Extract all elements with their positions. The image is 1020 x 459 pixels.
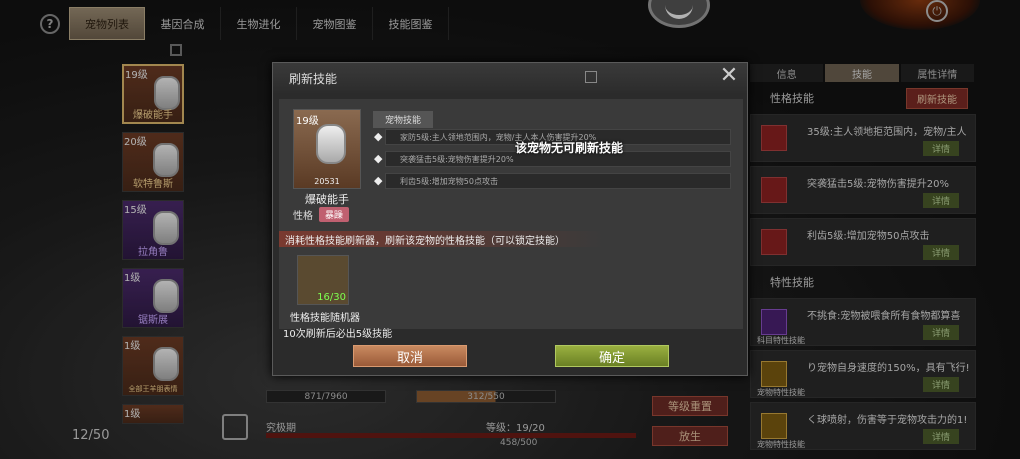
pet-id: 20531: [314, 177, 340, 186]
lock-icon[interactable]: ◆: [374, 130, 386, 144]
trait-badge: 暴躁: [319, 207, 350, 222]
cancel-button[interactable]: 取消: [353, 345, 467, 367]
item-count: 16/30: [317, 292, 346, 303]
refresh-skill-dialog: 刷新技能 ✕ 19级 20531 爆破能手 性格 暴躁 宠物技能 ◆ 家防5级:…: [272, 62, 748, 376]
trait-label: 性格: [293, 211, 313, 222]
edit-icon: [585, 71, 597, 83]
skill-row: ◆ 利齿5级:增加宠物50点攻击: [374, 173, 731, 189]
dialog-title: 刷新技能: [289, 71, 338, 86]
pet-trait: 性格 暴躁: [293, 207, 350, 222]
skill-text: 利齿5级:增加宠物50点攻击: [400, 176, 498, 186]
pet-level: 19级: [296, 116, 319, 127]
pet-name: 爆破能手: [305, 193, 349, 206]
confirm-button[interactable]: 确定: [555, 345, 669, 367]
dogtag-icon: [316, 124, 346, 164]
pet-card: 19级 20531: [293, 109, 361, 189]
lock-icon[interactable]: ◆: [374, 174, 386, 188]
dialog-body: 19级 20531 爆破能手 性格 暴躁 宠物技能 ◆ 家防5级:主人领地范围内…: [279, 99, 743, 329]
hint-bar: 消耗性格技能刷新器，刷新该宠物的性格技能（可以锁定技能）: [279, 231, 743, 247]
item-slot[interactable]: 16/30: [297, 255, 349, 305]
dialog-header: 刷新技能 ✕: [273, 63, 747, 93]
toast-message: 该宠物无可刷新技能: [514, 141, 623, 155]
item-name: 性格技能随机器: [290, 313, 360, 324]
lock-icon[interactable]: ◆: [374, 152, 386, 166]
close-icon[interactable]: ✕: [719, 65, 739, 87]
skill-section-title: 宠物技能: [373, 111, 434, 128]
guarantee-text: 10次刷新后必出5级技能: [283, 329, 393, 340]
